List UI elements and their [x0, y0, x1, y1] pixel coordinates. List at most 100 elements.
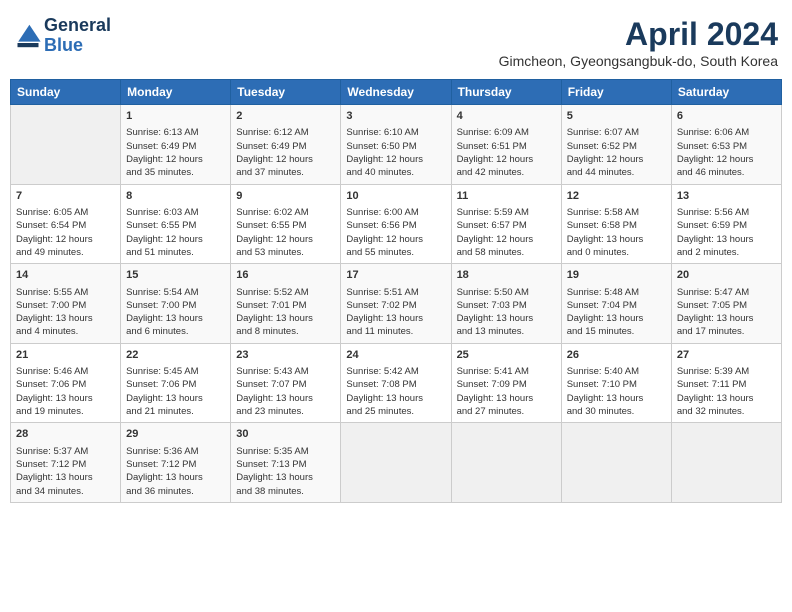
calendar-cell: 4 Sunrise: 6:09 AMSunset: 6:51 PMDaylight…	[451, 105, 561, 185]
day-number: 28	[16, 427, 115, 442]
day-info: Sunrise: 5:39 AMSunset: 7:11 PMDaylight:…	[677, 365, 776, 418]
calendar-cell	[451, 423, 561, 503]
calendar-cell	[341, 423, 451, 503]
day-number: 17	[346, 268, 445, 283]
day-info: Sunrise: 5:35 AMSunset: 7:13 PMDaylight:…	[236, 445, 335, 498]
day-number: 27	[677, 348, 776, 363]
calendar-cell: 26 Sunrise: 5:40 AMSunset: 7:10 PMDayligh…	[561, 343, 671, 423]
col-saturday: Saturday	[671, 80, 781, 105]
day-info: Sunrise: 6:09 AMSunset: 6:51 PMDaylight:…	[457, 126, 556, 179]
day-number: 10	[346, 189, 445, 204]
calendar-cell: 10Sunrise: 6:00 AMSunset: 6:56 PMDayligh…	[341, 184, 451, 264]
day-number: 20	[677, 268, 776, 283]
day-info: Sunrise: 5:43 AMSunset: 7:07 PMDaylight:…	[236, 365, 335, 418]
day-info: Sunrise: 5:45 AMSunset: 7:06 PMDaylight:…	[126, 365, 225, 418]
day-info: Sunrise: 5:54 AMSunset: 7:00 PMDaylight:…	[126, 286, 225, 339]
calendar-cell: 30 Sunrise: 5:35 AMSunset: 7:13 PMDayligh…	[231, 423, 341, 503]
day-info: Sunrise: 6:10 AMSunset: 6:50 PMDaylight:…	[346, 126, 445, 179]
day-info: Sunrise: 6:12 AMSunset: 6:49 PMDaylight:…	[236, 126, 335, 179]
day-number: 23	[236, 348, 335, 363]
calendar-cell: 15 Sunrise: 5:54 AMSunset: 7:00 PMDayligh…	[121, 264, 231, 344]
day-number: 8	[126, 189, 225, 204]
calendar-cell: 20 Sunrise: 5:47 AMSunset: 7:05 PMDayligh…	[671, 264, 781, 344]
calendar-cell: 27 Sunrise: 5:39 AMSunset: 7:11 PMDayligh…	[671, 343, 781, 423]
day-number: 5	[567, 109, 666, 124]
calendar-cell: 14 Sunrise: 5:55 AMSunset: 7:00 PMDayligh…	[11, 264, 121, 344]
calendar-cell: 8 Sunrise: 6:03 AMSunset: 6:55 PMDaylight…	[121, 184, 231, 264]
day-info: Sunrise: 5:56 AMSunset: 6:59 PMDaylight:…	[677, 206, 776, 259]
day-number: 19	[567, 268, 666, 283]
calendar-cell: 1 Sunrise: 6:13 AMSunset: 6:49 PMDaylight…	[121, 105, 231, 185]
calendar-week-row: 28 Sunrise: 5:37 AMSunset: 7:12 PMDayligh…	[11, 423, 782, 503]
day-number: 30	[236, 427, 335, 442]
day-info: Sunrise: 5:36 AMSunset: 7:12 PMDaylight:…	[126, 445, 225, 498]
day-info: Sunrise: 5:59 AMSunset: 6:57 PMDaylight:…	[457, 206, 556, 259]
calendar-cell: 28 Sunrise: 5:37 AMSunset: 7:12 PMDayligh…	[11, 423, 121, 503]
day-info: Sunrise: 5:48 AMSunset: 7:04 PMDaylight:…	[567, 286, 666, 339]
col-monday: Monday	[121, 80, 231, 105]
col-thursday: Thursday	[451, 80, 561, 105]
calendar-week-row: 21 Sunrise: 5:46 AMSunset: 7:06 PMDayligh…	[11, 343, 782, 423]
day-info: Sunrise: 5:47 AMSunset: 7:05 PMDaylight:…	[677, 286, 776, 339]
logo-text: General Blue	[44, 16, 111, 56]
col-tuesday: Tuesday	[231, 80, 341, 105]
day-info: Sunrise: 5:42 AMSunset: 7:08 PMDaylight:…	[346, 365, 445, 418]
calendar-cell: 23 Sunrise: 5:43 AMSunset: 7:07 PMDayligh…	[231, 343, 341, 423]
day-number: 11	[457, 189, 556, 204]
day-number: 22	[126, 348, 225, 363]
day-info: Sunrise: 5:46 AMSunset: 7:06 PMDaylight:…	[16, 365, 115, 418]
calendar-cell: 9 Sunrise: 6:02 AMSunset: 6:55 PMDaylight…	[231, 184, 341, 264]
day-number: 26	[567, 348, 666, 363]
day-number: 14	[16, 268, 115, 283]
day-info: Sunrise: 5:58 AMSunset: 6:58 PMDaylight:…	[567, 206, 666, 259]
calendar-header-row: Sunday Monday Tuesday Wednesday Thursday…	[11, 80, 782, 105]
calendar-week-row: 1 Sunrise: 6:13 AMSunset: 6:49 PMDaylight…	[11, 105, 782, 185]
day-info: Sunrise: 5:55 AMSunset: 7:00 PMDaylight:…	[16, 286, 115, 339]
calendar-cell: 22 Sunrise: 5:45 AMSunset: 7:06 PMDayligh…	[121, 343, 231, 423]
day-info: Sunrise: 6:03 AMSunset: 6:55 PMDaylight:…	[126, 206, 225, 259]
calendar-cell: 24 Sunrise: 5:42 AMSunset: 7:08 PMDayligh…	[341, 343, 451, 423]
calendar-cell	[561, 423, 671, 503]
day-number: 25	[457, 348, 556, 363]
calendar-table: Sunday Monday Tuesday Wednesday Thursday…	[10, 79, 782, 503]
day-info: Sunrise: 5:52 AMSunset: 7:01 PMDaylight:…	[236, 286, 335, 339]
calendar-cell: 16Sunrise: 5:52 AMSunset: 7:01 PMDayligh…	[231, 264, 341, 344]
day-info: Sunrise: 6:06 AMSunset: 6:53 PMDaylight:…	[677, 126, 776, 179]
day-number: 29	[126, 427, 225, 442]
calendar-cell: 17Sunrise: 5:51 AMSunset: 7:02 PMDayligh…	[341, 264, 451, 344]
calendar-cell: 13Sunrise: 5:56 AMSunset: 6:59 PMDayligh…	[671, 184, 781, 264]
day-info: Sunrise: 6:05 AMSunset: 6:54 PMDaylight:…	[16, 206, 115, 259]
calendar-cell: 11 Sunrise: 5:59 AMSunset: 6:57 PMDayligh…	[451, 184, 561, 264]
calendar-cell: 5 Sunrise: 6:07 AMSunset: 6:52 PMDaylight…	[561, 105, 671, 185]
day-number: 2	[236, 109, 335, 124]
day-number: 6	[677, 109, 776, 124]
location-subtitle: Gimcheon, Gyeongsangbuk-do, South Korea	[499, 53, 778, 69]
day-info: Sunrise: 5:50 AMSunset: 7:03 PMDaylight:…	[457, 286, 556, 339]
day-number: 21	[16, 348, 115, 363]
header: General Blue April 2024 Gimcheon, Gyeong…	[10, 10, 782, 75]
calendar-cell: 7 Sunrise: 6:05 AMSunset: 6:54 PMDaylight…	[11, 184, 121, 264]
day-info: Sunrise: 5:40 AMSunset: 7:10 PMDaylight:…	[567, 365, 666, 418]
day-number: 9	[236, 189, 335, 204]
day-number: 12	[567, 189, 666, 204]
calendar-cell: 2 Sunrise: 6:12 AMSunset: 6:49 PMDaylight…	[231, 105, 341, 185]
day-number: 7	[16, 189, 115, 204]
col-wednesday: Wednesday	[341, 80, 451, 105]
day-info: Sunrise: 5:37 AMSunset: 7:12 PMDaylight:…	[16, 445, 115, 498]
logo: General Blue	[14, 16, 111, 56]
calendar-cell	[671, 423, 781, 503]
day-info: Sunrise: 6:02 AMSunset: 6:55 PMDaylight:…	[236, 206, 335, 259]
month-title: April 2024	[499, 16, 778, 53]
calendar-cell: 6 Sunrise: 6:06 AMSunset: 6:53 PMDaylight…	[671, 105, 781, 185]
col-friday: Friday	[561, 80, 671, 105]
day-number: 4	[457, 109, 556, 124]
calendar-cell: 29 Sunrise: 5:36 AMSunset: 7:12 PMDayligh…	[121, 423, 231, 503]
day-number: 1	[126, 109, 225, 124]
calendar-cell: 19 Sunrise: 5:48 AMSunset: 7:04 PMDayligh…	[561, 264, 671, 344]
day-number: 15	[126, 268, 225, 283]
day-info: Sunrise: 6:07 AMSunset: 6:52 PMDaylight:…	[567, 126, 666, 179]
generalblue-icon	[14, 22, 42, 50]
calendar-cell	[11, 105, 121, 185]
day-number: 24	[346, 348, 445, 363]
day-info: Sunrise: 6:13 AMSunset: 6:49 PMDaylight:…	[126, 126, 225, 179]
